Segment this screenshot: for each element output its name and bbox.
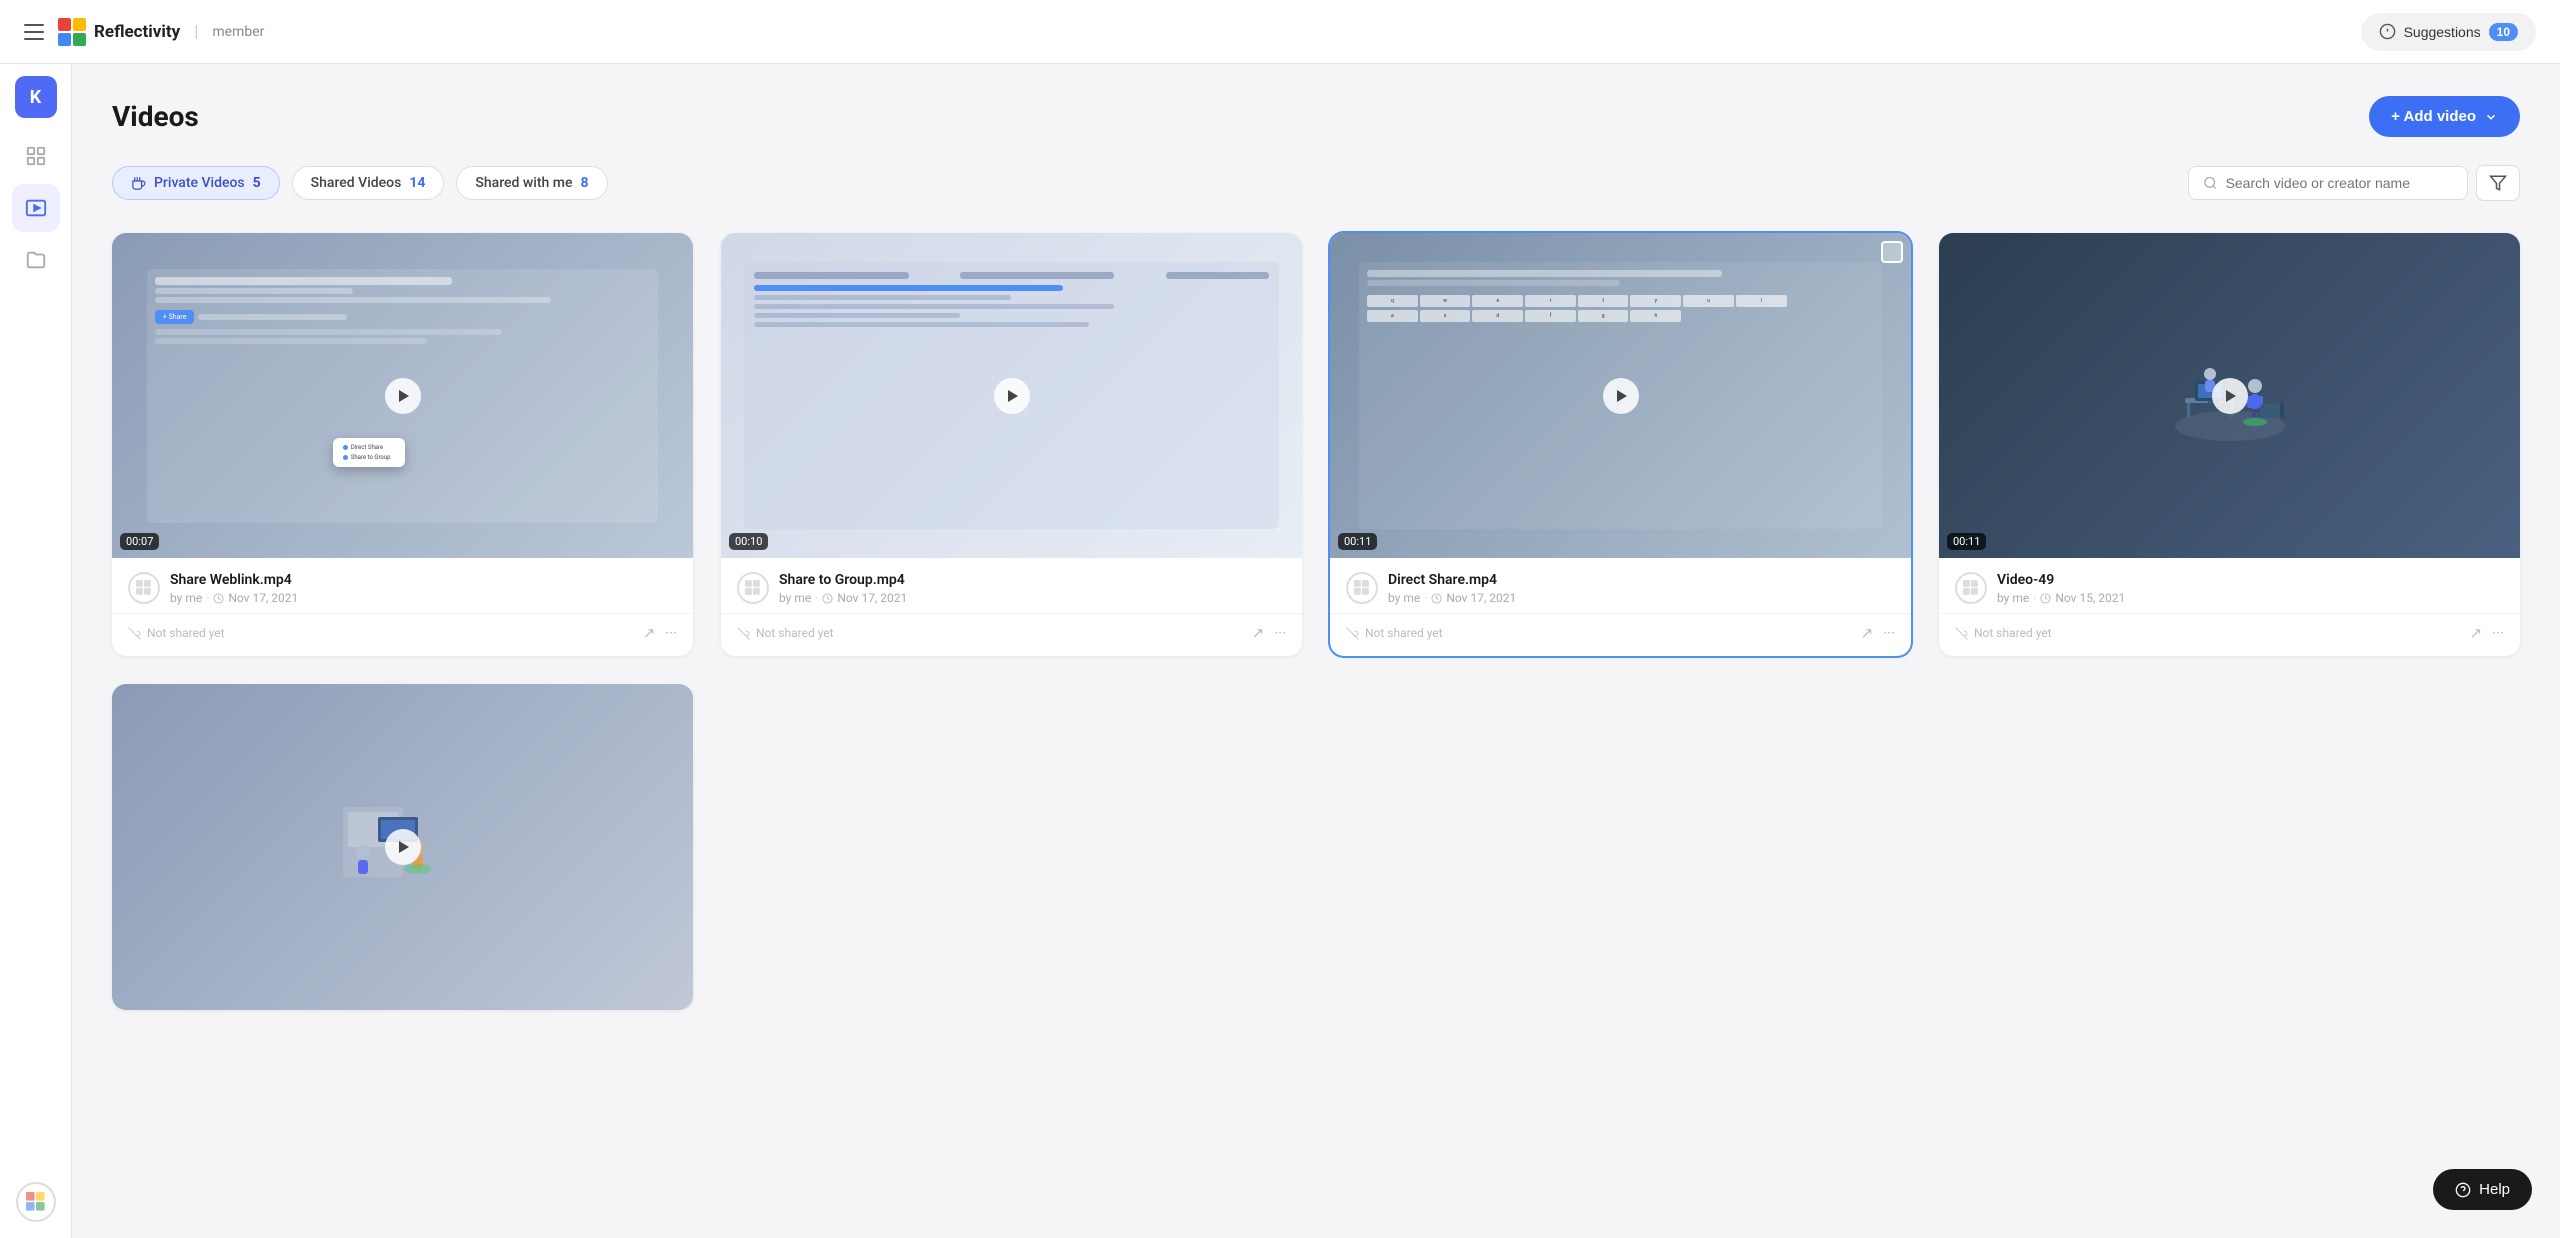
sidebar-item-videos[interactable]	[12, 184, 60, 232]
not-shared-status: Not shared yet	[737, 626, 1252, 640]
sidebar-item-dashboard[interactable]	[12, 132, 60, 180]
tab-shared-count: 14	[409, 175, 425, 191]
more-icon[interactable]: ···	[1274, 624, 1286, 642]
creator-icon	[737, 572, 769, 604]
video-thumbnail: 00:11	[1939, 233, 2520, 558]
card-meta: by me · Nov 17, 2021	[779, 591, 907, 605]
more-icon[interactable]: ···	[2492, 624, 2504, 642]
top-navigation: Reflectivity | member Suggestions 10	[0, 0, 2560, 64]
share-icon[interactable]: ↗	[643, 624, 656, 642]
play-button[interactable]	[385, 378, 421, 414]
search-icon	[2203, 175, 2218, 191]
not-shared-status: Not shared yet	[1955, 626, 2470, 640]
app-role: member	[212, 24, 264, 40]
play-button[interactable]	[1603, 378, 1639, 414]
card-title: Video-49	[1997, 572, 2125, 588]
tab-swm-label: Shared with me	[475, 175, 572, 191]
video-card[interactable]: q w e r t y u i a s	[1330, 233, 1911, 656]
filter-icon	[2489, 174, 2507, 192]
main-content: Videos + Add video Private Videos	[72, 64, 2560, 1238]
tab-swm-count: 8	[580, 175, 588, 191]
not-shared-status: Not shared yet	[128, 626, 643, 640]
tab-shared-videos[interactable]: Shared Videos 14	[292, 166, 445, 200]
more-icon[interactable]: ···	[665, 624, 677, 642]
search-box[interactable]	[2188, 166, 2468, 200]
card-info: Direct Share.mp4 by me · Nov 17, 2021	[1330, 558, 1911, 605]
video-duration: 00:11	[1338, 533, 1377, 550]
card-actions: Not shared yet ↗ ···	[112, 613, 693, 656]
card-actions: Not shared yet ↗ ···	[721, 613, 1302, 656]
suggestions-count: 10	[2489, 23, 2518, 41]
page-header: Videos + Add video	[112, 96, 2520, 137]
share-icon[interactable]: ↗	[1252, 624, 1265, 642]
video-card[interactable]: 00:11 Video-49	[1939, 233, 2520, 656]
logo-divider: |	[194, 22, 198, 42]
video-select-checkbox[interactable]	[1881, 241, 1903, 263]
not-shared-icon	[1346, 627, 1359, 640]
video-duration: 00:10	[729, 533, 768, 550]
search-input[interactable]	[2226, 175, 2453, 191]
card-meta: by me · Nov 15, 2021	[1997, 591, 2125, 605]
sidebar-bottom	[16, 1182, 56, 1238]
logo-icon	[58, 18, 86, 46]
page-title: Videos	[112, 100, 199, 133]
sidebar-item-files[interactable]	[12, 236, 60, 284]
share-icon[interactable]: ↗	[2470, 624, 2483, 642]
not-shared-icon	[1955, 627, 1968, 640]
tab-private-label: Private Videos	[154, 175, 245, 191]
video-card[interactable]	[112, 684, 693, 1009]
card-meta: by me · Nov 17, 2021	[1388, 591, 1516, 605]
creator-icon	[1955, 572, 1987, 604]
video-thumbnail: + Share Direct Share	[112, 233, 693, 558]
suggestions-button[interactable]: Suggestions 10	[2361, 13, 2536, 51]
share-icon[interactable]: ↗	[1861, 624, 1874, 642]
user-avatar[interactable]: K	[15, 76, 57, 118]
creator-icon	[1346, 572, 1378, 604]
not-shared-icon	[128, 627, 141, 640]
card-meta: by me · Nov 17, 2021	[170, 591, 298, 605]
tab-shared-with-me[interactable]: Shared with me 8	[456, 166, 607, 200]
sidebar-logo	[16, 1182, 56, 1222]
add-video-button[interactable]: + Add video	[2369, 96, 2520, 137]
play-button[interactable]	[385, 829, 421, 865]
card-info: Share to Group.mp4 by me · Nov 17, 2021	[721, 558, 1302, 605]
logo-area: Reflectivity | member	[58, 18, 264, 46]
sidebar: K	[0, 64, 72, 1238]
tab-private-count: 5	[253, 175, 261, 191]
card-title: Share Weblink.mp4	[170, 572, 298, 588]
card-title: Share to Group.mp4	[779, 572, 907, 588]
card-info: Video-49 by me · Nov 15, 2021	[1939, 558, 2520, 605]
play-button[interactable]	[2212, 378, 2248, 414]
card-actions: Not shared yet ↗ ···	[1939, 613, 2520, 656]
creator-icon	[128, 572, 160, 604]
more-icon[interactable]: ···	[1883, 624, 1895, 642]
video-duration: 00:07	[120, 533, 159, 550]
not-shared-status: Not shared yet	[1346, 626, 1861, 640]
play-button[interactable]	[994, 378, 1030, 414]
help-icon	[2455, 1182, 2471, 1198]
video-card[interactable]: 00:10 Share to Group	[721, 233, 1302, 656]
tab-private-videos[interactable]: Private Videos 5	[112, 166, 280, 200]
card-info: Share Weblink.mp4 by me · Nov 17, 2021	[112, 558, 693, 605]
card-title: Direct Share.mp4	[1388, 572, 1516, 588]
suggestions-label: Suggestions	[2404, 24, 2481, 40]
hamburger-menu[interactable]	[24, 24, 44, 40]
help-label: Help	[2479, 1181, 2510, 1198]
card-actions: Not shared yet ↗ ···	[1330, 613, 1911, 656]
filter-search-area	[2188, 165, 2520, 201]
video-thumbnail: q w e r t y u i a s	[1330, 233, 1911, 558]
video-grid: + Share Direct Share	[112, 233, 2520, 1010]
filter-button[interactable]	[2476, 165, 2520, 201]
app-name: Reflectivity	[94, 22, 180, 42]
video-card[interactable]: + Share Direct Share	[112, 233, 693, 656]
tab-shared-label: Shared Videos	[311, 175, 402, 191]
video-duration: 00:11	[1947, 533, 1986, 550]
video-thumbnail	[112, 684, 693, 1009]
help-button[interactable]: Help	[2433, 1169, 2532, 1210]
not-shared-icon	[737, 627, 750, 640]
video-thumbnail: 00:10	[721, 233, 1302, 558]
filters-row: Private Videos 5 Shared Videos 14 Shared…	[112, 165, 2520, 201]
